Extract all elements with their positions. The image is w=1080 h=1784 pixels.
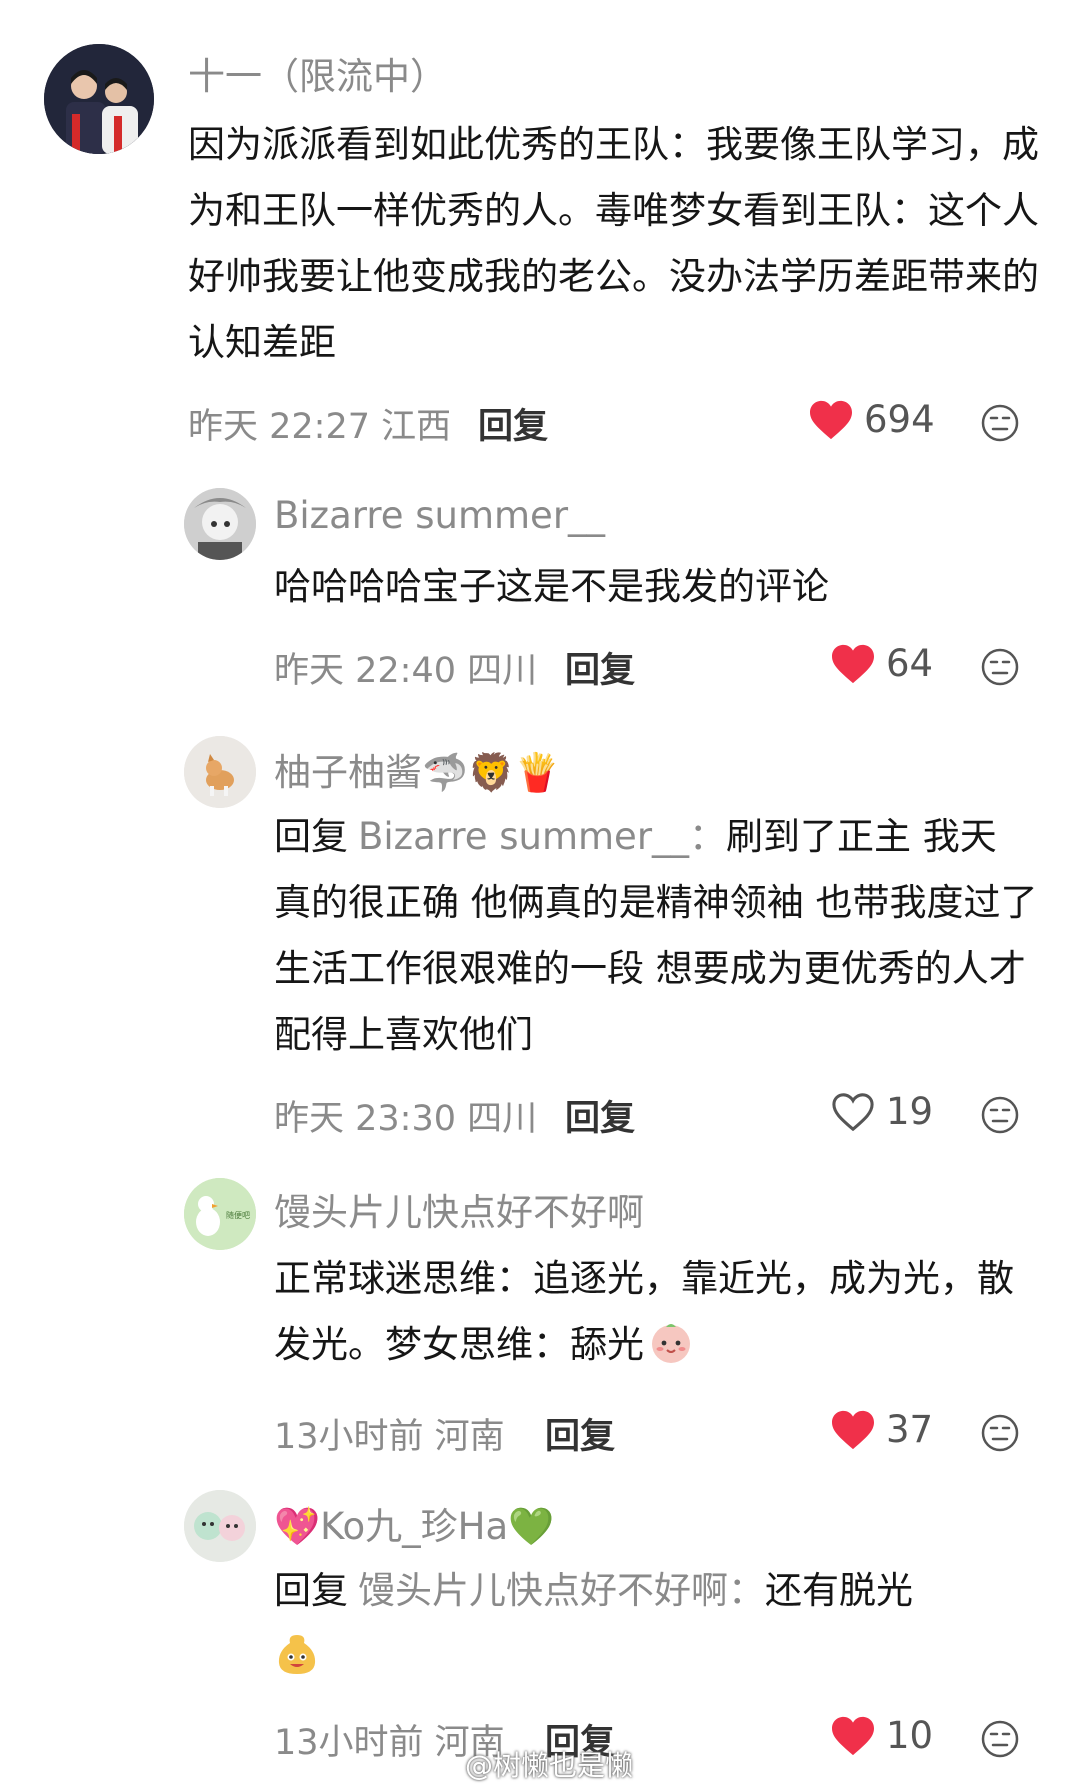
comment-item: 柚子柚酱🦈🦁🍟 回复 Bizarre summer__：刷到了正主 我天 真的很正… [0, 732, 1080, 1139]
like-count: 10 [886, 1714, 934, 1757]
comment-username[interactable]: 十一（限流中） [188, 46, 447, 100]
comment-timestamp: 昨天 23:30 四川 [274, 1099, 538, 1139]
reply-button[interactable]: 回复 [565, 642, 635, 693]
comment-body: 还有脱光 [765, 1569, 913, 1612]
comment-text: 哈哈哈哈宝子这是不是我发的评论 [274, 565, 829, 608]
like-button[interactable]: 19 [830, 1090, 933, 1133]
reply-to-username[interactable]: 馒头片儿快点好不好啊： [358, 1569, 765, 1612]
dislike-face-icon[interactable] [980, 1719, 1020, 1759]
reply-button[interactable]: 回复 [565, 1090, 635, 1141]
dislike-face-icon[interactable] [980, 403, 1020, 443]
dislike-face-icon[interactable] [980, 647, 1020, 687]
heart-filled-icon [832, 1716, 874, 1755]
comment-username[interactable]: 💖Ko九_珍Ha💚 [274, 1496, 554, 1550]
reply-prefix: 回复 [274, 815, 348, 858]
avatar[interactable] [44, 44, 154, 154]
comment-username[interactable]: Bizarre summer__ [274, 494, 605, 537]
like-count: 694 [864, 398, 935, 441]
comment-username[interactable]: 柚子柚酱🦈🦁🍟 [274, 742, 560, 796]
comment-text: 因为派派看到如此优秀的王队：我要像王队学习，成为和王队一样优秀的人。毒唯梦女看到… [188, 123, 1039, 364]
comment-text: 回复 馒头片儿快点好不好啊：还有脱光 [274, 1558, 1044, 1690]
avatar[interactable] [184, 1490, 256, 1562]
like-count: 19 [886, 1090, 934, 1133]
comment-timestamp: 昨天 22:40 四川 [274, 651, 538, 691]
avatar-image [44, 44, 154, 154]
like-button[interactable]: 694 [808, 398, 935, 441]
heart-filled-icon [810, 400, 852, 439]
money-bag-face-emoji-icon [278, 1635, 316, 1674]
like-button[interactable]: 64 [830, 642, 933, 685]
comment-item: 随便吧 馒头片儿快点好不好啊 正常球迷思维：追逐光，靠近光，成为光，散发光。梦女… [0, 1176, 1080, 1459]
avatar[interactable] [184, 488, 256, 560]
heart-outline-icon [832, 1092, 874, 1131]
reply-button[interactable]: 回复 [545, 1408, 615, 1459]
comment-item: 💖Ko九_珍Ha💚 回复 馒头片儿快点好不好啊：还有脱光 13小时前 河南 回复 … [0, 1486, 1080, 1781]
like-button[interactable]: 37 [830, 1408, 933, 1451]
like-count: 64 [886, 642, 934, 685]
comment-item: Bizarre summer__ 哈哈哈哈宝子这是不是我发的评论 昨天 22:4… [0, 480, 1080, 700]
comment-text: 回复 Bizarre summer__：刷到了正主 我天 真的很正确 他俩真的是精… [274, 804, 1044, 1068]
dislike-face-icon[interactable] [980, 1413, 1020, 1453]
avatar[interactable]: 随便吧 [184, 1178, 256, 1250]
avatar[interactable] [184, 736, 256, 808]
watermark: @树懒也是懒 [465, 1749, 634, 1782]
comment-body: 正常球迷思维：追逐光，靠近光，成为光，散发光。梦女思维：舔光 [274, 1257, 1014, 1366]
avatar-image: 随便吧 [184, 1178, 256, 1250]
avatar-image [184, 1490, 256, 1562]
comment-text: 正常球迷思维：追逐光，靠近光，成为光，散发光。梦女思维：舔光 [274, 1246, 1044, 1378]
avatar-image [184, 736, 256, 808]
avatar-badge: 随便吧 [226, 1210, 250, 1220]
heart-filled-icon [832, 644, 874, 683]
reply-prefix: 回复 [274, 1569, 348, 1612]
reply-button[interactable]: 回复 [478, 398, 548, 449]
heart-filled-icon [832, 1410, 874, 1449]
blushing-face-emoji-icon [652, 1324, 690, 1363]
comment-timestamp: 13小时前 河南 [274, 1417, 505, 1457]
comment-username[interactable]: 馒头片儿快点好不好啊 [274, 1182, 644, 1236]
reply-to-username[interactable]: Bizarre summer__： [358, 815, 726, 858]
avatar-image [184, 488, 256, 560]
comment-timestamp: 昨天 22:27 江西 [188, 407, 452, 447]
like-count: 37 [886, 1408, 934, 1451]
dislike-face-icon[interactable] [980, 1095, 1020, 1135]
like-button[interactable]: 10 [830, 1714, 933, 1757]
comment-item: 十一（限流中） 因为派派看到如此优秀的王队：我要像王队学习，成为和王队一样优秀的… [0, 0, 1080, 447]
